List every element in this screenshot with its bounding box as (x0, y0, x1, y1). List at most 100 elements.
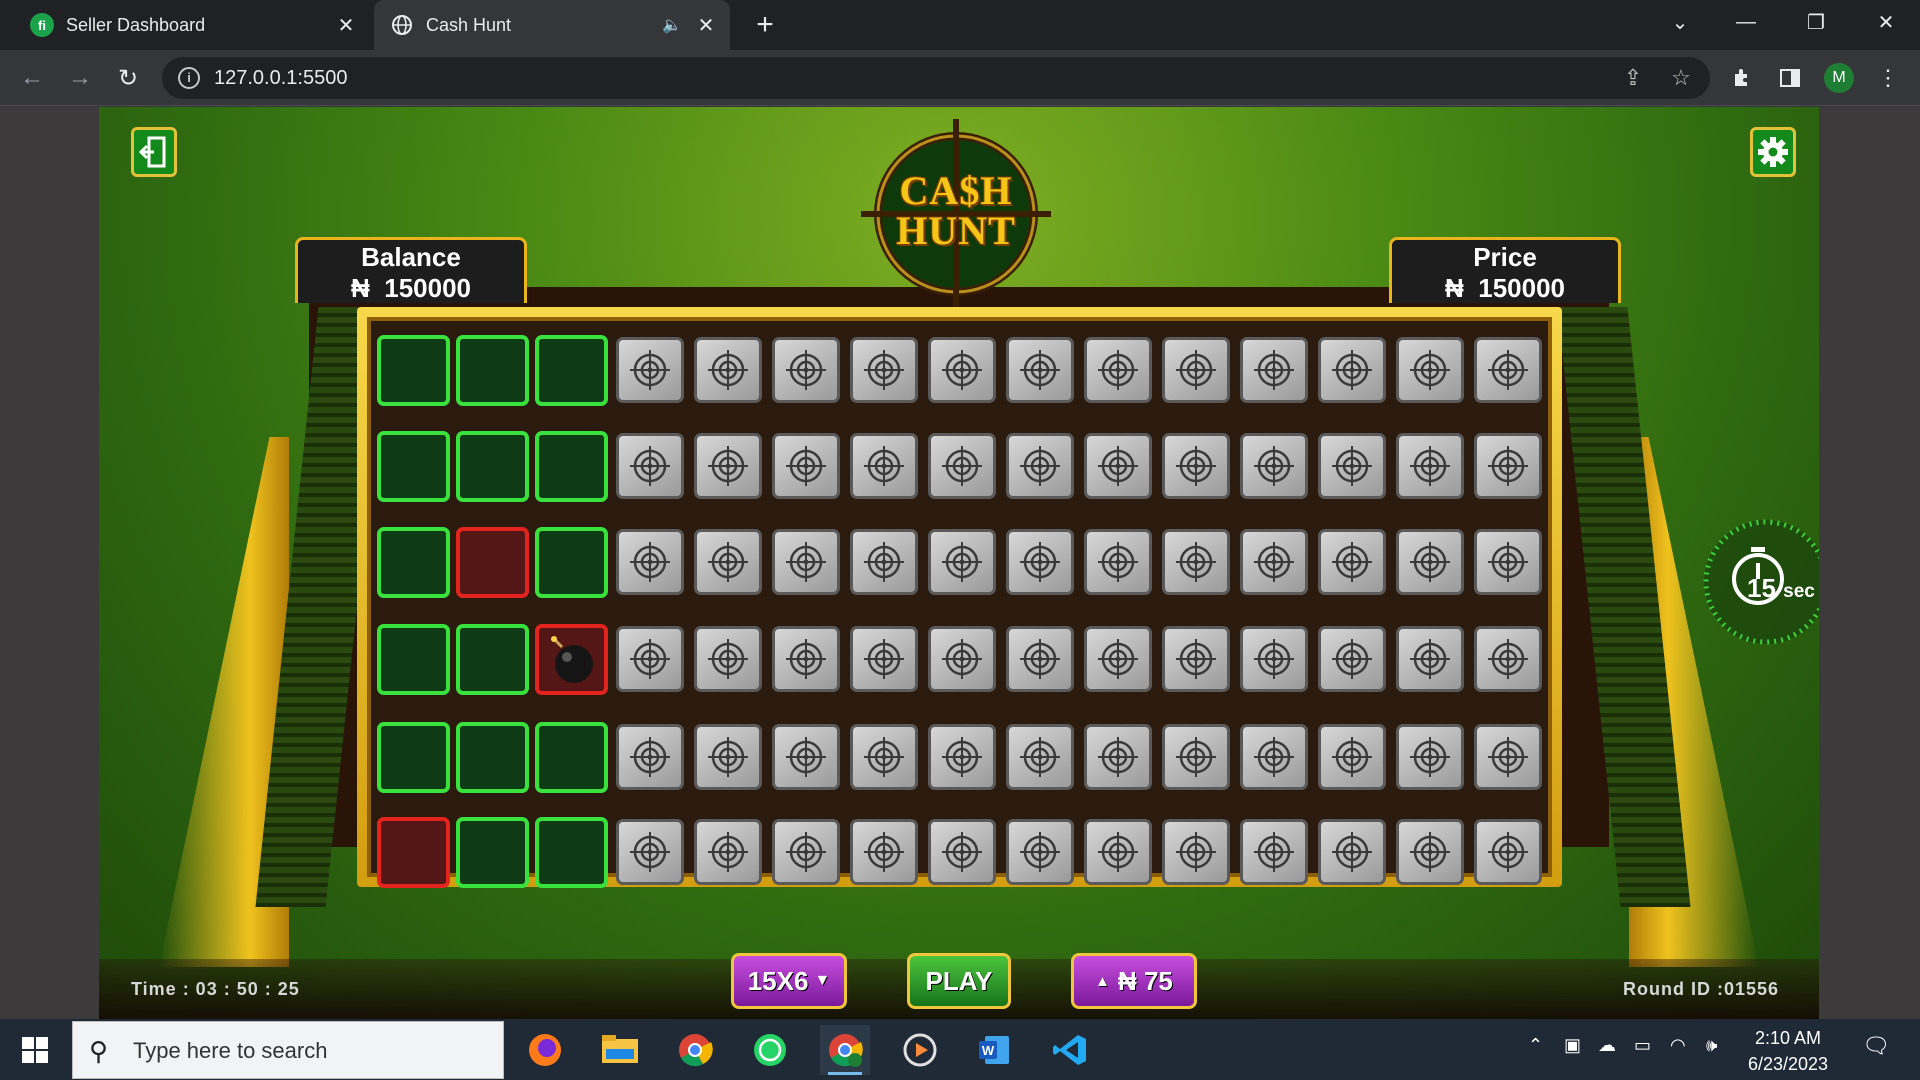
target-tile[interactable] (1162, 626, 1230, 692)
revealed-safe-tile[interactable] (377, 624, 450, 695)
target-tile[interactable] (1084, 724, 1152, 790)
target-tile[interactable] (1240, 724, 1308, 790)
close-tab-icon[interactable]: ✕ (332, 13, 360, 38)
revealed-safe-tile[interactable] (456, 624, 529, 695)
target-tile[interactable] (616, 433, 684, 499)
target-tile[interactable] (1084, 529, 1152, 595)
target-tile[interactable] (1474, 724, 1542, 790)
close-window-icon[interactable]: ✕ (1856, 0, 1916, 44)
target-tile[interactable] (694, 337, 762, 403)
notifications-icon[interactable]: 🗨 (1862, 1033, 1890, 1059)
target-tile[interactable] (694, 433, 762, 499)
url-text[interactable]: 127.0.0.1:5500 (214, 67, 347, 90)
wifi-icon[interactable]: ◠ (1670, 1035, 1686, 1056)
target-tile[interactable] (1006, 529, 1074, 595)
revealed-miss-tile[interactable] (377, 817, 450, 888)
site-info-icon[interactable]: i (178, 67, 200, 89)
chrome-profile-icon[interactable] (820, 1025, 870, 1075)
target-tile[interactable] (1318, 337, 1386, 403)
bet-amount-button[interactable]: ▲ ₦ 75 (1071, 953, 1197, 1009)
target-tile[interactable] (1006, 819, 1074, 885)
revealed-safe-tile[interactable] (456, 817, 529, 888)
profile-avatar[interactable]: M (1824, 63, 1854, 93)
tab-seller-dashboard[interactable]: fi Seller Dashboard ✕ (14, 0, 370, 50)
address-bar[interactable]: i 127.0.0.1:5500 ⇪ ☆ (162, 57, 1710, 99)
volume-icon[interactable]: 🕪 (1706, 1035, 1717, 1056)
target-tile[interactable] (616, 626, 684, 692)
word-icon[interactable]: W (970, 1025, 1020, 1075)
target-tile[interactable] (616, 819, 684, 885)
target-tile[interactable] (1474, 433, 1542, 499)
vscode-icon[interactable] (1045, 1025, 1095, 1075)
target-tile[interactable] (1240, 529, 1308, 595)
revealed-safe-tile[interactable] (535, 431, 608, 502)
play-button[interactable]: PLAY (907, 953, 1011, 1009)
target-tile[interactable] (928, 529, 996, 595)
target-tile[interactable] (616, 724, 684, 790)
chrome-icon[interactable] (670, 1025, 720, 1075)
exit-button[interactable] (131, 127, 177, 177)
target-tile[interactable] (1006, 724, 1074, 790)
onedrive-icon[interactable]: ☁ (1598, 1035, 1616, 1056)
target-tile[interactable] (1084, 337, 1152, 403)
target-tile[interactable] (616, 337, 684, 403)
target-tile[interactable] (850, 819, 918, 885)
target-tile[interactable] (1006, 433, 1074, 499)
restore-icon[interactable]: ❐ (1786, 0, 1846, 44)
target-tile[interactable] (1162, 337, 1230, 403)
revealed-safe-tile[interactable] (456, 722, 529, 793)
target-tile[interactable] (1318, 626, 1386, 692)
close-tab-icon[interactable]: ✕ (692, 13, 720, 38)
target-tile[interactable] (928, 626, 996, 692)
target-tile[interactable] (772, 724, 840, 790)
forward-icon[interactable]: → (62, 60, 98, 96)
target-tile[interactable] (850, 724, 918, 790)
target-tile[interactable] (1318, 819, 1386, 885)
target-tile[interactable] (1396, 529, 1464, 595)
extensions-icon[interactable] (1724, 60, 1760, 96)
revealed-safe-tile[interactable] (377, 431, 450, 502)
taskbar-clock[interactable]: 2:10 AM 6/23/2023 (1720, 1025, 1856, 1077)
target-tile[interactable] (772, 337, 840, 403)
firefox-icon[interactable] (520, 1025, 570, 1075)
target-tile[interactable] (1474, 337, 1542, 403)
revealed-safe-tile[interactable] (377, 722, 450, 793)
target-tile[interactable] (1162, 724, 1230, 790)
revealed-safe-tile[interactable] (535, 722, 608, 793)
target-tile[interactable] (616, 529, 684, 595)
back-icon[interactable]: ← (14, 60, 50, 96)
tab-search-icon[interactable]: ⌄ (1650, 0, 1710, 44)
target-tile[interactable] (694, 724, 762, 790)
target-tile[interactable] (1474, 626, 1542, 692)
target-tile[interactable] (1396, 337, 1464, 403)
media-player-icon[interactable] (895, 1025, 945, 1075)
revealed-safe-tile[interactable] (377, 527, 450, 598)
target-tile[interactable] (850, 337, 918, 403)
target-tile[interactable] (1162, 819, 1230, 885)
target-tile[interactable] (928, 724, 996, 790)
target-tile[interactable] (1006, 626, 1074, 692)
whatsapp-icon[interactable] (745, 1025, 795, 1075)
target-tile[interactable] (694, 529, 762, 595)
new-tab-button[interactable]: + (748, 8, 782, 42)
target-tile[interactable] (1318, 724, 1386, 790)
tray-chevron-up-icon[interactable]: ⌃ (1528, 1035, 1543, 1056)
speaker-icon[interactable]: 🔈 (662, 15, 686, 35)
target-tile[interactable] (1396, 819, 1464, 885)
target-tile[interactable] (1084, 626, 1152, 692)
target-tile[interactable] (1474, 529, 1542, 595)
battery-icon[interactable]: ▭ (1634, 1035, 1651, 1056)
bookmark-star-icon[interactable]: ☆ (1668, 65, 1694, 91)
bomb-tile[interactable] (535, 624, 608, 695)
revealed-miss-tile[interactable] (456, 527, 529, 598)
target-tile[interactable] (1240, 337, 1308, 403)
target-tile[interactable] (928, 819, 996, 885)
target-tile[interactable] (850, 626, 918, 692)
revealed-safe-tile[interactable] (456, 431, 529, 502)
target-tile[interactable] (772, 529, 840, 595)
target-tile[interactable] (1240, 819, 1308, 885)
revealed-safe-tile[interactable] (456, 335, 529, 406)
target-tile[interactable] (1240, 433, 1308, 499)
target-tile[interactable] (850, 433, 918, 499)
target-tile[interactable] (1474, 819, 1542, 885)
